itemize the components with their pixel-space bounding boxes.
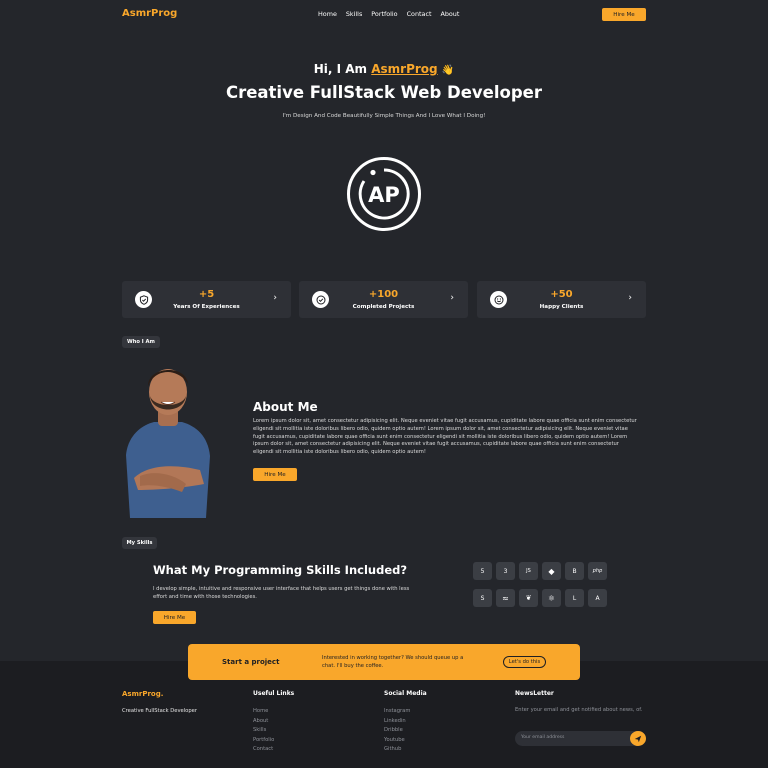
bootstrap-icon[interactable]: B bbox=[565, 562, 584, 580]
stat-label: Completed Projects bbox=[352, 303, 415, 310]
angular-icon[interactable]: A bbox=[588, 589, 607, 607]
chevron-right-icon: › bbox=[450, 293, 454, 303]
javascript-icon[interactable]: JS bbox=[519, 562, 538, 580]
useful-links-heading: Useful Links bbox=[253, 690, 295, 697]
nav-about[interactable]: About bbox=[440, 10, 459, 18]
laravel-icon[interactable]: L bbox=[565, 589, 584, 607]
footer-logo[interactable]: AsmrProg. bbox=[122, 690, 163, 698]
footer-link-portfolio[interactable]: Portfolio bbox=[253, 736, 274, 746]
stat-value: +50 bbox=[550, 289, 573, 300]
skills-hire-button[interactable]: Hire Me bbox=[153, 611, 196, 624]
skills-text: I develop simple, intuitive and responsi… bbox=[153, 586, 410, 600]
social-link-linkedin[interactable]: Linkedin bbox=[384, 717, 410, 727]
nav-portfolio[interactable]: Portfolio bbox=[371, 10, 397, 18]
stat-value: +100 bbox=[368, 289, 399, 300]
social-link-youtube[interactable]: Youtube bbox=[384, 736, 410, 746]
hero-greeting: Hi, I Am AsmrProg 👋 bbox=[0, 62, 768, 76]
stat-label: Years Of Experiences bbox=[173, 303, 240, 310]
ap-logo: AP bbox=[347, 157, 421, 231]
nav-skills[interactable]: Skills bbox=[346, 10, 362, 18]
newsletter-text: Enter your email and get notified about … bbox=[515, 707, 643, 713]
social-link-dribble[interactable]: Dribble bbox=[384, 726, 410, 736]
html5-icon[interactable]: 5 bbox=[473, 562, 492, 580]
hero-subtitle: I'm Design And Code Beautifully Simple T… bbox=[282, 113, 486, 119]
cta-banner: Start a project Interested in working to… bbox=[188, 644, 580, 680]
email-input[interactable]: Your email address bbox=[515, 731, 646, 746]
chevron-right-icon: › bbox=[273, 293, 277, 303]
send-icon[interactable] bbox=[630, 731, 646, 746]
social-media-heading: Social Media bbox=[384, 690, 427, 697]
cta-title: Start a project bbox=[222, 658, 280, 666]
ap-logo-text: AP bbox=[368, 183, 400, 207]
cta-text: Interested in working together? We shoul… bbox=[322, 655, 464, 669]
greeting-prefix: Hi, I Am bbox=[313, 62, 372, 76]
react-icon[interactable]: ⚛ bbox=[542, 589, 561, 607]
wave-icon: 👋 bbox=[441, 65, 455, 76]
tailwind-icon[interactable]: ≈ bbox=[496, 589, 515, 607]
about-text: Lorem ipsum dolor sit, amet consectetur … bbox=[253, 418, 637, 456]
main-nav: Home Skills Portfolio Contact About bbox=[318, 10, 459, 18]
footer-link-contact[interactable]: Contact bbox=[253, 745, 274, 755]
useful-links-list: Home About Skills Portfolio Contact bbox=[253, 707, 274, 755]
mongodb-icon[interactable]: ❦ bbox=[519, 589, 538, 607]
chevron-right-icon: › bbox=[628, 293, 632, 303]
site-logo[interactable]: AsmrProg bbox=[122, 8, 177, 19]
hire-me-nav-button[interactable]: Hire Me bbox=[602, 8, 646, 21]
php-icon[interactable]: php bbox=[588, 562, 607, 580]
newsletter-heading: NewsLetter bbox=[515, 690, 554, 697]
stat-label: Happy Clients bbox=[539, 303, 584, 310]
footer-link-home[interactable]: Home bbox=[253, 707, 274, 717]
cta-button[interactable]: Let's do this bbox=[503, 656, 546, 668]
social-link-instagram[interactable]: Instagram bbox=[384, 707, 410, 717]
profile-photo bbox=[126, 369, 210, 518]
about-hire-button[interactable]: Hire Me bbox=[253, 468, 297, 481]
stat-value: +5 bbox=[198, 289, 215, 300]
css3-icon[interactable]: 3 bbox=[496, 562, 515, 580]
nav-home[interactable]: Home bbox=[318, 10, 337, 18]
skills-icon-grid: 5 3 JS ◆ B php S ≈ ❦ ⚛ L A bbox=[473, 562, 607, 607]
skills-title: What My Programming Skills Included? bbox=[153, 563, 408, 577]
stat-card-experience[interactable]: +5 Years Of Experiences › bbox=[122, 281, 291, 318]
social-link-github[interactable]: Github bbox=[384, 745, 410, 755]
email-placeholder: Your email address bbox=[521, 735, 565, 740]
footer-link-skills[interactable]: Skills bbox=[253, 726, 274, 736]
who-i-am-badge: Who I Am bbox=[122, 336, 160, 348]
footer-link-about[interactable]: About bbox=[253, 717, 274, 727]
stat-card-clients[interactable]: +50 Happy Clients › bbox=[477, 281, 646, 318]
stat-card-projects[interactable]: +100 Completed Projects › bbox=[299, 281, 468, 318]
footer-tagline: Creative FullStack Developer bbox=[122, 708, 197, 714]
hero-title: Creative FullStack Web Developer bbox=[225, 83, 543, 102]
sass-icon[interactable]: S bbox=[473, 589, 492, 607]
my-skills-badge: My Skills bbox=[122, 537, 157, 549]
nav-contact[interactable]: Contact bbox=[407, 10, 432, 18]
social-links-list: Instagram Linkedin Dribble Youtube Githu… bbox=[384, 707, 410, 755]
greeting-name[interactable]: AsmrProg bbox=[371, 62, 437, 76]
about-title: About Me bbox=[253, 400, 318, 414]
git-icon[interactable]: ◆ bbox=[542, 562, 561, 580]
